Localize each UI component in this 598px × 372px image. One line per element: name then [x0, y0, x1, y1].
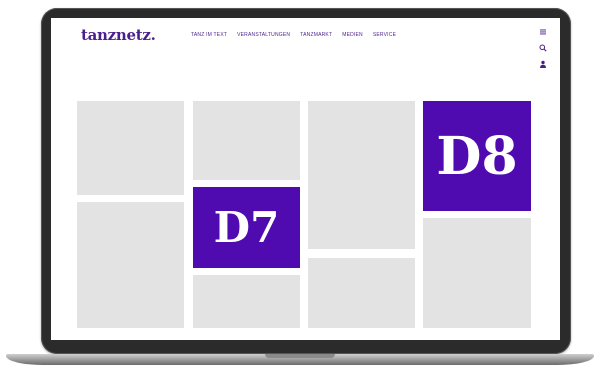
- nav-veranstaltungen[interactable]: VERANSTALTUNGEN: [237, 32, 290, 38]
- search-icon[interactable]: [538, 43, 548, 53]
- placeholder-tile[interactable]: [193, 275, 300, 328]
- main-nav: TANZ IM TEXT VERANSTALTUNGEN TANZMARKT M…: [191, 32, 396, 38]
- screen: tanznetz. TANZ IM TEXT VERANSTALTUNGEN T…: [51, 18, 560, 340]
- d7-tile[interactable]: D7: [193, 187, 300, 268]
- d8-tile[interactable]: D8: [423, 101, 531, 211]
- placeholder-tile[interactable]: [77, 101, 184, 195]
- side-icons: [538, 27, 548, 75]
- placeholder-tile[interactable]: [308, 101, 415, 249]
- placeholder-tile[interactable]: [423, 218, 531, 328]
- nav-medien[interactable]: MEDIEN: [342, 32, 363, 38]
- placeholder-tile[interactable]: [77, 202, 184, 328]
- nav-service[interactable]: SERVICE: [373, 32, 396, 38]
- d7-label: D7: [213, 203, 280, 252]
- placeholder-tile[interactable]: [193, 101, 300, 180]
- d8-label: D8: [436, 125, 518, 187]
- nav-tanzmarkt[interactable]: TANZMARKT: [300, 32, 332, 38]
- laptop-notch: [265, 354, 335, 358]
- nav-tanz-im-text[interactable]: TANZ IM TEXT: [191, 32, 227, 38]
- menu-icon[interactable]: [538, 27, 548, 37]
- site-logo[interactable]: tanznetz.: [81, 26, 156, 44]
- user-icon[interactable]: [538, 59, 548, 69]
- placeholder-tile[interactable]: [308, 258, 415, 328]
